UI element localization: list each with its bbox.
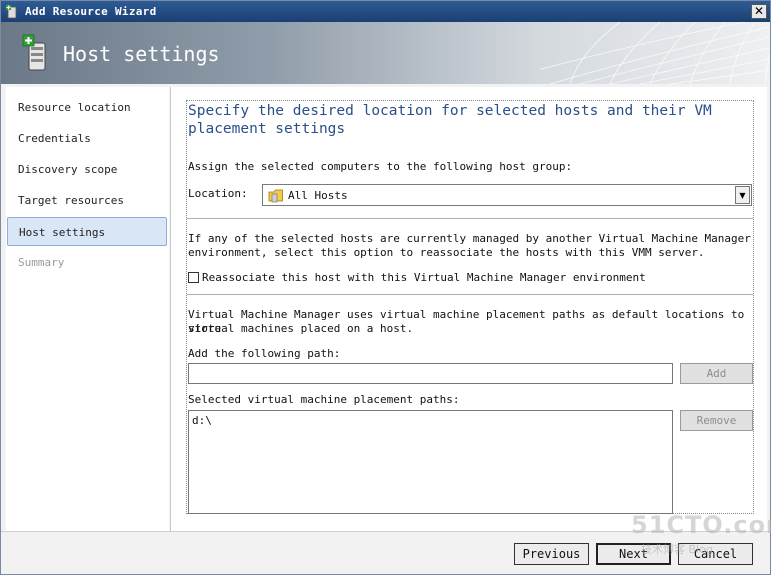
add-button[interactable]: Add [680,363,753,384]
reassociate-info-line2: environment, select this option to reass… [188,246,705,259]
header-banner: Host settings [1,22,770,84]
reassociate-checkbox[interactable] [188,272,199,283]
location-value: All Hosts [288,189,348,202]
sidebar-item-target-resources[interactable]: Target resources [7,186,167,215]
selected-paths-label: Selected virtual machine placement paths… [188,393,460,406]
add-path-input[interactable] [188,363,673,384]
main-content: Specify the desired location for selecte… [170,87,767,531]
sidebar-item-resource-location[interactable]: Resource location [7,93,167,122]
divider [187,294,753,295]
sidebar-item-summary: Summary [18,256,65,269]
assign-text: Assign the selected computers to the fol… [188,160,573,173]
window-title: Add Resource Wizard [25,5,157,18]
host-server-icon [22,34,46,71]
app-server-icon [6,5,17,19]
next-button[interactable]: Next [596,543,671,565]
placement-paths-list[interactable]: d:\ [188,410,673,514]
sidebar-item-discovery-scope[interactable]: Discovery scope [7,155,167,184]
wizard-steps-sidebar: Resource location Credentials Discovery … [6,87,169,531]
remove-button[interactable]: Remove [680,410,753,431]
reassociate-info-line1: If any of the selected hosts are current… [188,232,751,245]
add-path-label: Add the following path: [188,347,341,360]
previous-button[interactable]: Previous [514,543,589,565]
title-bar[interactable]: Add Resource Wizard ✕ [1,1,770,22]
location-label: Location: [188,187,248,200]
close-button[interactable]: ✕ [751,4,767,19]
divider [187,218,753,219]
page-title: Host settings [63,42,220,66]
sidebar-item-credentials[interactable]: Credentials [7,124,167,153]
location-dropdown[interactable]: All Hosts ▼ [262,184,752,206]
close-icon: ✕ [753,4,765,18]
section-heading: Specify the desired location for selecte… [188,103,712,137]
wizard-window: Add Resource Wizard ✕ Host settings Reso… [0,0,771,575]
footer-divider [1,531,770,532]
list-item[interactable]: d:\ [192,414,212,427]
host-settings-panel: Specify the desired location for selecte… [186,100,754,514]
placement-info-line2: virtual machines placed on a host. [188,322,414,335]
decorative-grid-graphic [540,22,770,84]
dropdown-arrow-icon[interactable]: ▼ [735,186,750,204]
reassociate-checkbox-label[interactable]: Reassociate this host with this Virtual … [202,271,646,285]
sidebar-item-host-settings[interactable]: Host settings [7,217,167,246]
folder-icon [268,189,283,203]
cancel-button[interactable]: Cancel [678,543,753,565]
